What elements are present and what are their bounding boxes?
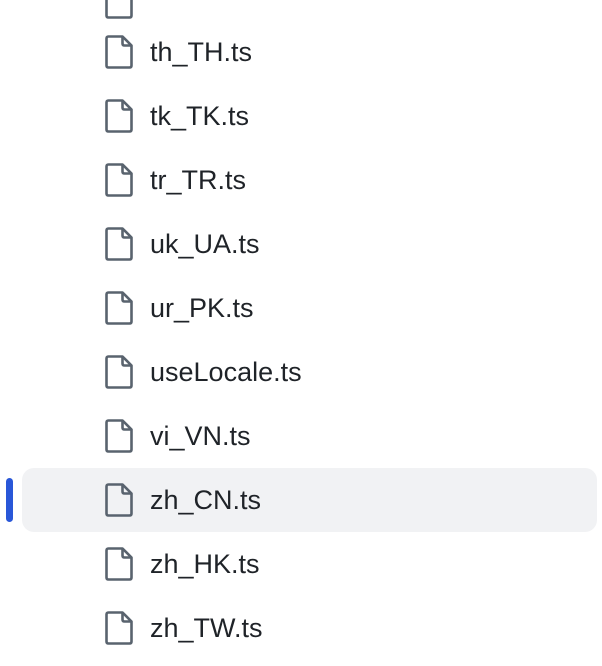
selection-indicator bbox=[6, 414, 13, 458]
file-tree-item-zh-cn[interactable]: zh_CN.ts bbox=[0, 468, 602, 532]
file-name: tr_TR.ts bbox=[150, 165, 247, 195]
selection-indicator bbox=[6, 222, 13, 266]
selection-indicator bbox=[6, 478, 13, 522]
selection-indicator bbox=[6, 30, 13, 74]
file-icon bbox=[105, 35, 133, 69]
file-tree-item-th-th[interactable]: th_TH.ts bbox=[0, 20, 602, 84]
file-name: zh_HK.ts bbox=[150, 549, 260, 579]
file-tree-item-uk-ua[interactable]: uk_UA.ts bbox=[0, 212, 602, 276]
file-icon bbox=[105, 355, 133, 389]
file-tree: th_TH.ts tk_TK.ts tr_TR.ts uk_UA.ts ur_P… bbox=[0, 0, 602, 666]
file-name: th_TH.ts bbox=[150, 37, 253, 67]
file-icon bbox=[105, 547, 133, 581]
file-tree-item-zh-hk[interactable]: zh_HK.ts bbox=[0, 532, 602, 596]
selection-indicator bbox=[6, 606, 13, 650]
selection-indicator bbox=[6, 286, 13, 330]
file-tree-item-vi-vn[interactable]: vi_VN.ts bbox=[0, 404, 602, 468]
file-name: vi_VN.ts bbox=[150, 421, 251, 451]
selection-indicator bbox=[6, 542, 13, 586]
file-name: tk_TK.ts bbox=[150, 101, 250, 131]
file-icon bbox=[105, 227, 133, 261]
file-icon bbox=[105, 483, 133, 517]
file-tree-item-zh-tw[interactable]: zh_TW.ts bbox=[0, 596, 602, 660]
file-name: zh_TW.ts bbox=[150, 613, 263, 643]
file-icon bbox=[105, 611, 133, 645]
file-icon bbox=[105, 163, 133, 197]
file-icon bbox=[105, 0, 133, 19]
file-icon bbox=[105, 291, 133, 325]
file-tree-item-uselocale[interactable]: useLocale.ts bbox=[0, 340, 602, 404]
file-tree-item-tk-tk[interactable]: tk_TK.ts bbox=[0, 84, 602, 148]
file-tree-item-tr-tr[interactable]: tr_TR.ts bbox=[0, 148, 602, 212]
file-icon bbox=[105, 99, 133, 133]
selection-indicator bbox=[6, 158, 13, 202]
file-tree-item-ur-pk[interactable]: ur_PK.ts bbox=[0, 276, 602, 340]
file-name: uk_UA.ts bbox=[150, 229, 260, 259]
file-name: zh_CN.ts bbox=[150, 485, 262, 515]
file-icon bbox=[105, 419, 133, 453]
file-list: th_TH.ts tk_TK.ts tr_TR.ts uk_UA.ts ur_P… bbox=[0, 20, 602, 660]
selection-indicator bbox=[6, 94, 13, 138]
file-name: ur_PK.ts bbox=[150, 293, 254, 323]
file-name: useLocale.ts bbox=[150, 357, 302, 387]
selection-indicator bbox=[6, 350, 13, 394]
